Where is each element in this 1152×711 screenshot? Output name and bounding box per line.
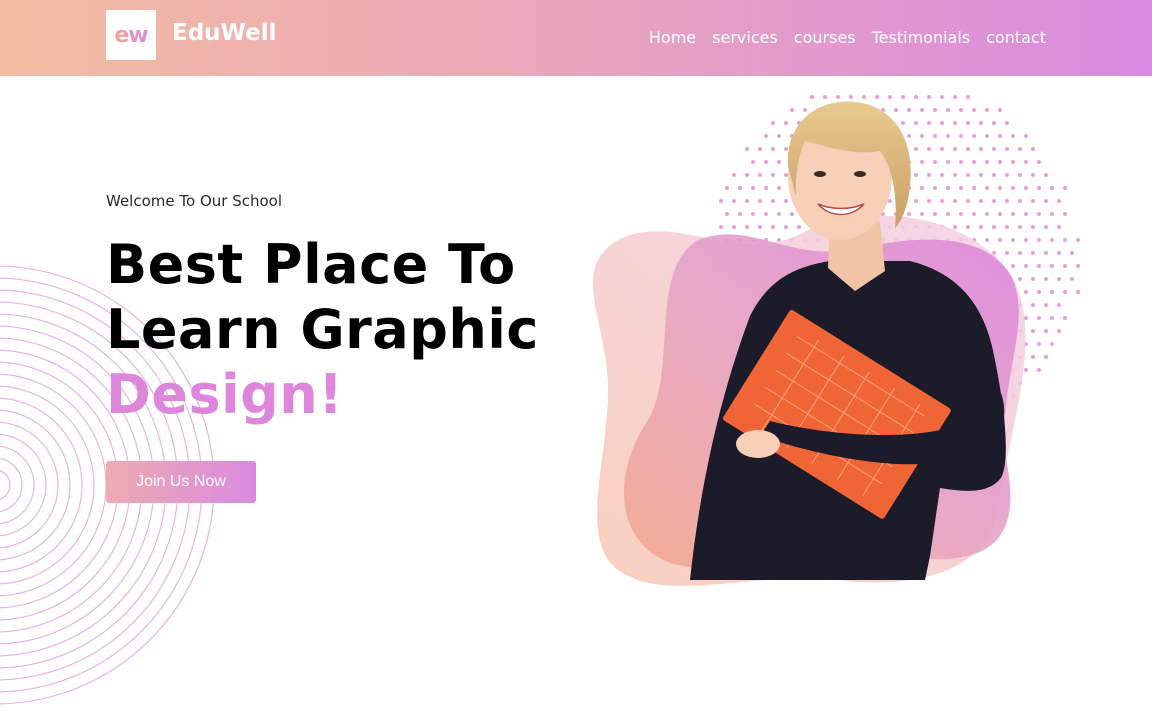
- hero-title-line2: Learn Graphic: [106, 298, 539, 361]
- logo[interactable]: ew: [106, 10, 156, 60]
- logo-mark: ew: [114, 22, 148, 48]
- hero-title-line1: Best Place To: [106, 233, 516, 296]
- student-photo: [690, 101, 1006, 580]
- nav-courses[interactable]: courses: [794, 28, 856, 47]
- brand-name[interactable]: EduWell: [172, 20, 276, 46]
- nav-services[interactable]: services: [712, 28, 778, 47]
- hero-title-accent: Design!: [106, 363, 344, 426]
- hero-title: Best Place To Learn Graphic Design!: [106, 232, 539, 427]
- join-us-button[interactable]: Join Us Now: [106, 461, 256, 503]
- main-nav: Home services courses Testimonials conta…: [649, 28, 1046, 47]
- site-header: ew EduWell Home services courses Testimo…: [0, 0, 1152, 76]
- hero-eyebrow: Welcome To Our School: [106, 192, 282, 210]
- nav-contact[interactable]: contact: [986, 28, 1046, 47]
- nav-testimonials[interactable]: Testimonials: [872, 28, 971, 47]
- nav-home[interactable]: Home: [649, 28, 696, 47]
